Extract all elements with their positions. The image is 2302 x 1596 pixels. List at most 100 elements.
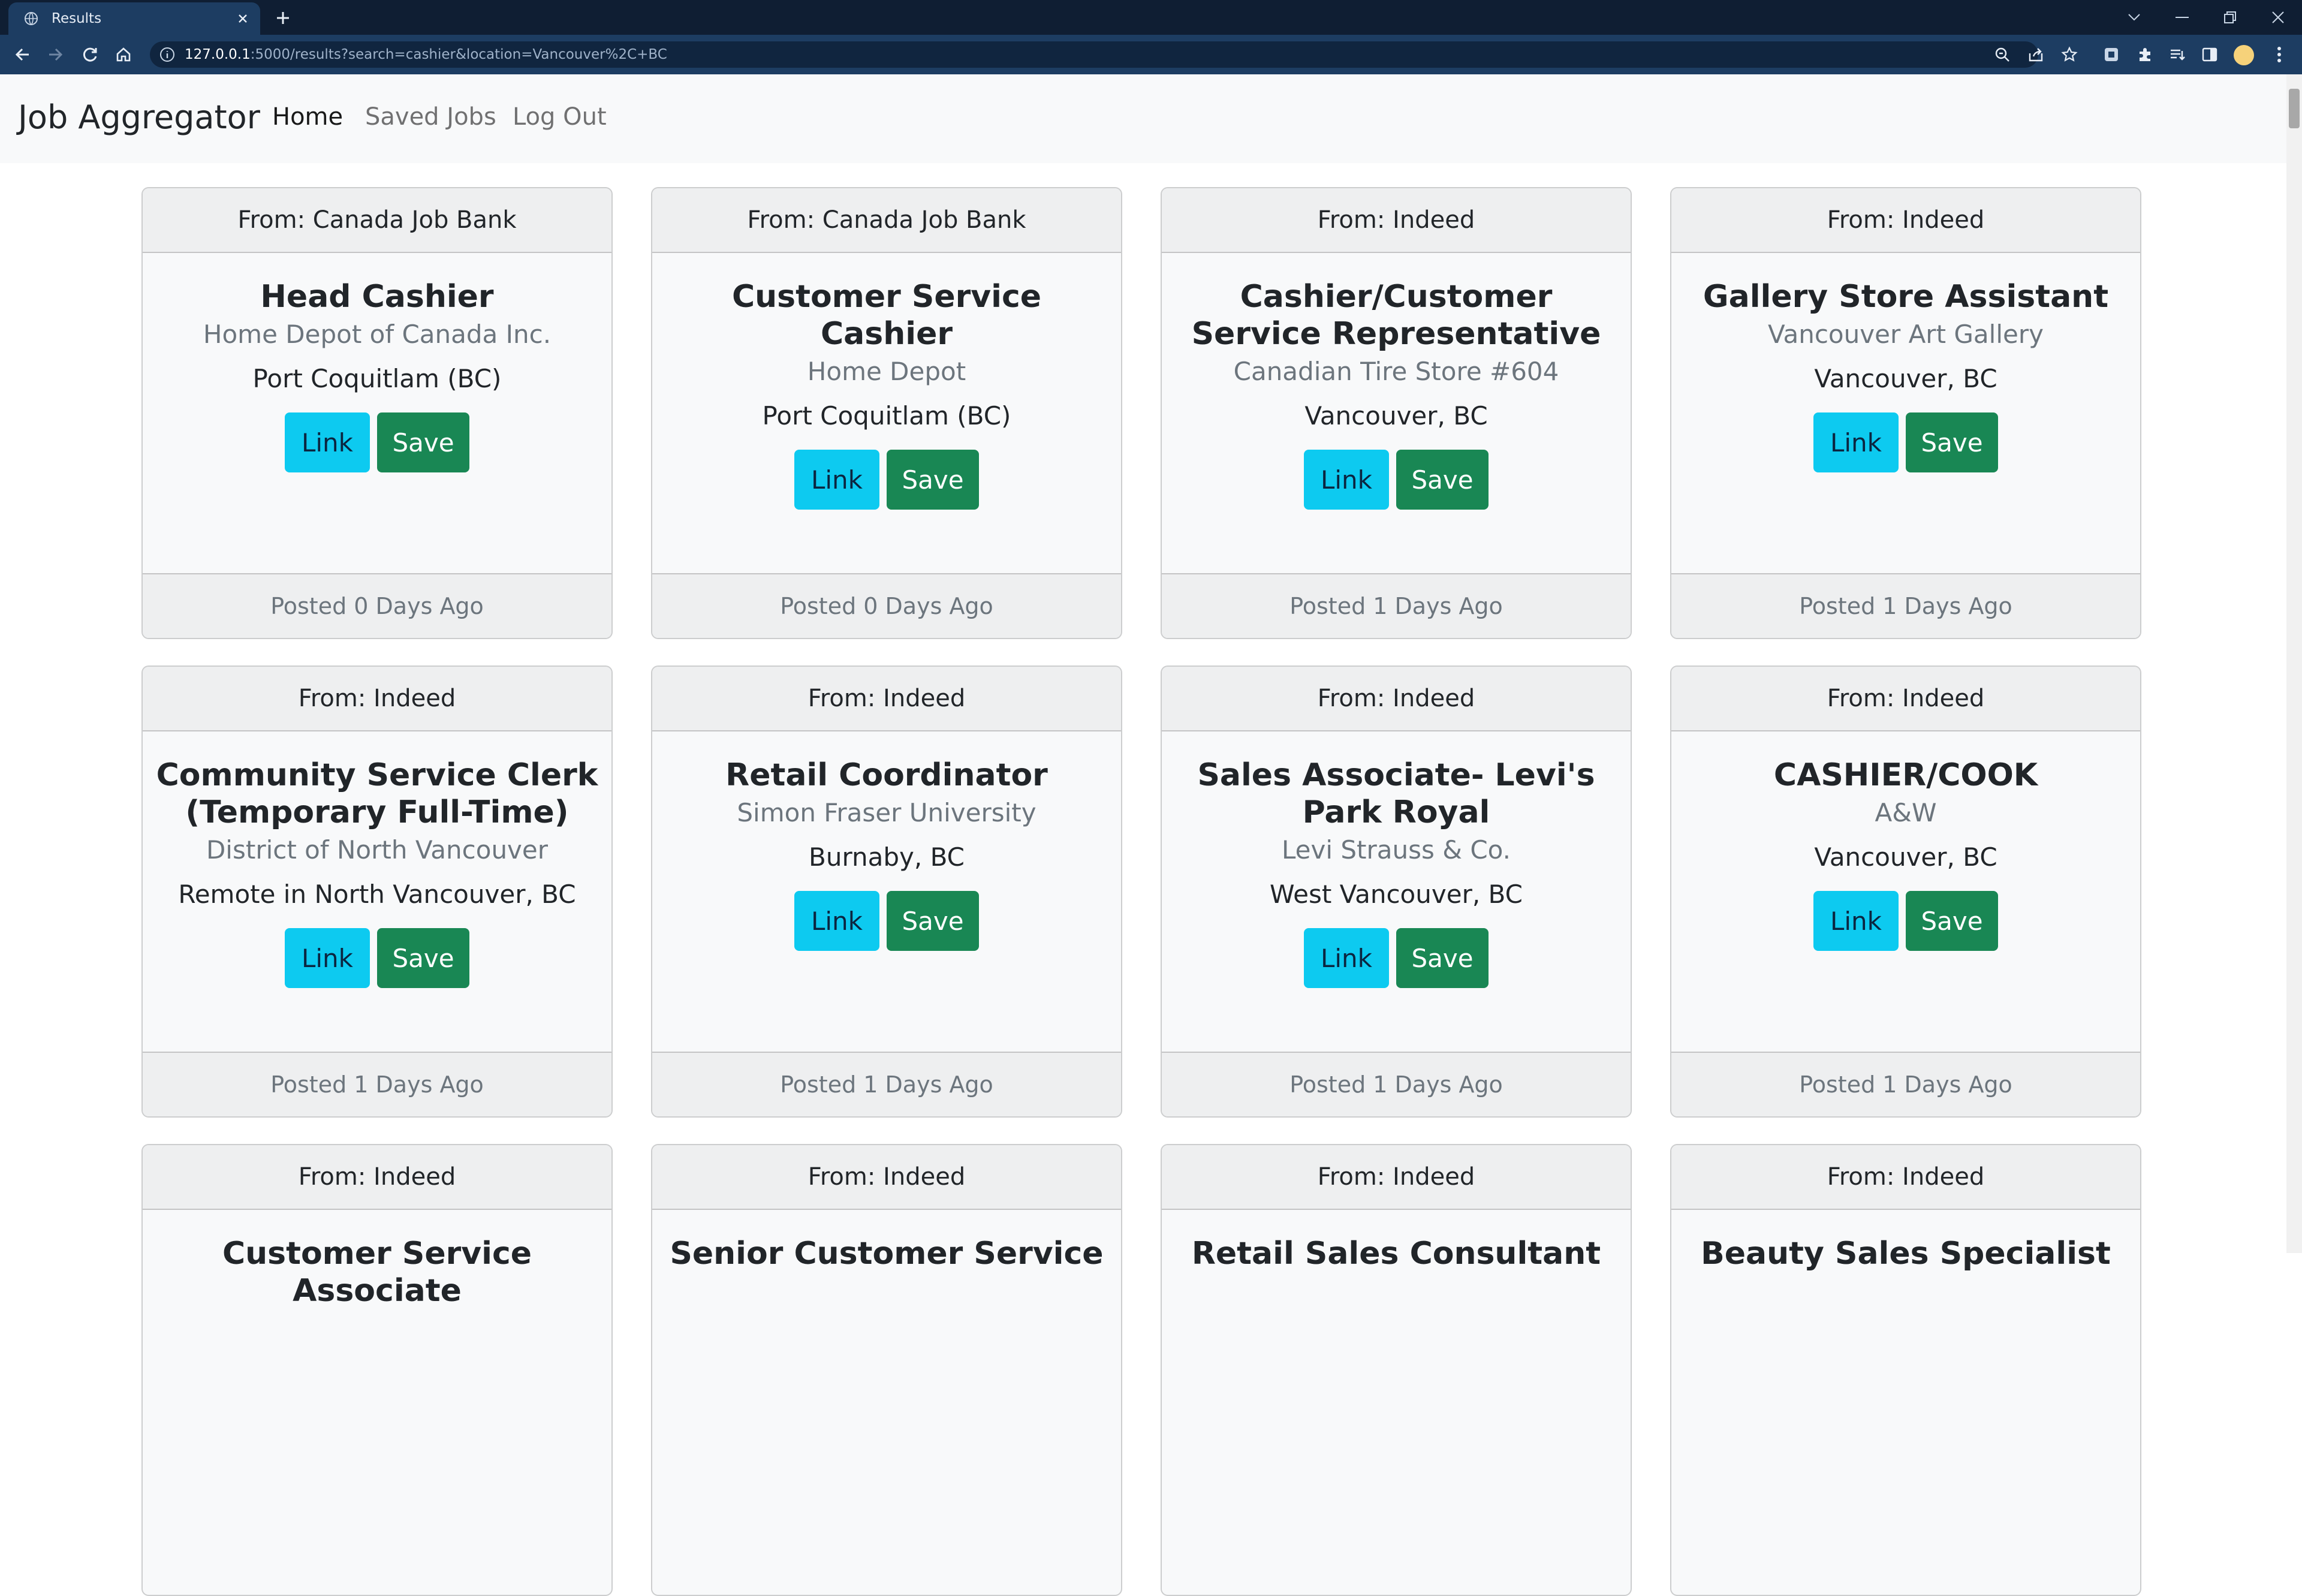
site-brand[interactable]: Job Aggregator (18, 98, 260, 136)
job-location: Port Coquitlam (BC) (252, 364, 502, 393)
job-card: From: Indeed Gallery Store Assistant Van… (1670, 187, 2141, 639)
forward-icon[interactable] (43, 43, 67, 67)
job-link-button[interactable]: Link (1304, 450, 1389, 510)
save-job-button[interactable]: Save (1906, 891, 1998, 951)
job-link-button[interactable]: Link (1813, 412, 1899, 472)
save-job-button[interactable]: Save (1396, 928, 1489, 988)
job-title: Cashier/Customer Service Representative (1191, 279, 1601, 352)
side-panel-icon[interactable] (2199, 44, 2220, 65)
job-card: From: Indeed Retail Sales Consultant (1161, 1144, 1632, 1596)
job-card: From: Canada Job Bank Customer Service C… (651, 187, 1122, 639)
zoom-icon[interactable] (1991, 44, 2013, 65)
job-location: Remote in North Vancouver, BC (178, 880, 576, 909)
close-tab-icon[interactable] (234, 10, 252, 28)
job-source: From: Indeed (652, 1145, 1121, 1210)
reading-list-icon[interactable] (2167, 44, 2188, 65)
job-source: From: Indeed (143, 1145, 611, 1210)
job-posted-date: Posted 0 Days Ago (652, 573, 1121, 638)
job-link-button[interactable]: Link (1813, 891, 1899, 951)
job-title: Customer Service Cashier (731, 279, 1042, 352)
minimize-icon[interactable] (2158, 0, 2206, 35)
scrollbar-thumb[interactable] (2289, 89, 2300, 128)
job-source: From: Indeed (1162, 188, 1631, 253)
url-path: :5000/results?search=cashier&location=Va… (250, 47, 667, 62)
job-source: From: Canada Job Bank (652, 188, 1121, 253)
close-window-icon[interactable] (2254, 0, 2302, 35)
job-location: Vancouver, BC (1814, 364, 1997, 393)
back-icon[interactable] (11, 43, 35, 67)
job-card: From: Canada Job Bank Head Cashier Home … (141, 187, 613, 639)
job-company: District of North Vancouver (206, 835, 549, 865)
tab-title: Results (52, 11, 102, 26)
tab-search-icon[interactable] (2110, 0, 2158, 35)
job-posted-date: Posted 1 Days Ago (143, 1052, 611, 1116)
job-link-button[interactable]: Link (1304, 928, 1389, 988)
home-icon[interactable] (112, 43, 135, 67)
extension-badge-icon[interactable] (2101, 44, 2122, 65)
job-title: Gallery Store Assistant (1703, 279, 2109, 315)
job-company: A&W (1875, 798, 1937, 827)
page-scrollbar[interactable] (2286, 74, 2302, 1253)
job-company: Canadian Tire Store #604 (1233, 357, 1559, 386)
nav-home[interactable]: Home (272, 103, 343, 131)
browser-tab[interactable]: Results (8, 2, 260, 35)
job-card: From: Indeed Sales Associate- Levi's Par… (1161, 665, 1632, 1118)
job-posted-date: Posted 1 Days Ago (1162, 1052, 1631, 1116)
new-tab-icon[interactable] (272, 7, 294, 29)
job-company: Home Depot of Canada Inc. (203, 320, 552, 349)
job-company: Simon Fraser University (737, 798, 1036, 827)
job-source: From: Indeed (652, 667, 1121, 731)
restore-icon[interactable] (2206, 0, 2254, 35)
job-location: West Vancouver, BC (1270, 880, 1523, 909)
job-source: From: Indeed (1671, 667, 2140, 731)
job-link-button[interactable]: Link (285, 412, 370, 472)
job-location: Vancouver, BC (1304, 401, 1488, 430)
save-job-button[interactable]: Save (1906, 412, 1998, 472)
extensions-puzzle-icon[interactable] (2134, 44, 2156, 65)
job-posted-date: Posted 1 Days Ago (1671, 573, 2140, 638)
save-job-button[interactable]: Save (887, 891, 979, 951)
job-title: Retail Coordinator (725, 757, 1048, 793)
reload-icon[interactable] (78, 43, 102, 67)
save-job-button[interactable]: Save (377, 928, 469, 988)
save-job-button[interactable]: Save (887, 450, 979, 510)
job-location: Burnaby, BC (809, 842, 965, 872)
page-viewport: Job Aggregator Home Saved Jobs Log Out F… (0, 74, 2286, 1596)
save-job-button[interactable]: Save (1396, 450, 1489, 510)
menu-dots-icon[interactable] (2268, 44, 2290, 65)
globe-icon (24, 11, 38, 26)
job-link-button[interactable]: Link (794, 450, 879, 510)
job-posted-date: Posted 1 Days Ago (652, 1052, 1121, 1116)
site-info-icon[interactable] (159, 47, 175, 62)
nav-log-out[interactable]: Log Out (513, 103, 607, 131)
job-card: From: Indeed Beauty Sales Specialist (1670, 1144, 2141, 1596)
profile-avatar-icon[interactable] (2234, 45, 2254, 65)
job-company: Levi Strauss & Co. (1282, 835, 1511, 865)
job-source: From: Indeed (1162, 667, 1631, 731)
job-title: Retail Sales Consultant (1191, 1236, 1601, 1272)
browser-toolbar: 127.0.0.1:5000/results?search=cashier&lo… (0, 35, 2302, 74)
job-location: Port Coquitlam (BC) (762, 401, 1011, 430)
job-card: From: Indeed Retail Coordinator Simon Fr… (651, 665, 1122, 1118)
job-posted-date: Posted 1 Days Ago (1162, 573, 1631, 638)
job-title: Senior Customer Service (670, 1236, 1104, 1272)
job-posted-date: Posted 1 Days Ago (1671, 1052, 2140, 1116)
job-link-button[interactable]: Link (794, 891, 879, 951)
bookmark-star-icon[interactable] (2059, 44, 2080, 65)
site-navbar: Job Aggregator Home Saved Jobs Log Out (0, 74, 2286, 163)
job-company: Vancouver Art Gallery (1768, 320, 2044, 349)
nav-saved-jobs[interactable]: Saved Jobs (365, 103, 496, 131)
browser-tab-strip: Results (0, 0, 2302, 35)
job-title: Head Cashier (260, 279, 494, 315)
job-link-button[interactable]: Link (285, 928, 370, 988)
job-location: Vancouver, BC (1814, 842, 1997, 872)
url-text: 127.0.0.1:5000/results?search=cashier&lo… (185, 47, 667, 62)
save-job-button[interactable]: Save (377, 412, 469, 472)
job-source: From: Indeed (143, 667, 611, 731)
job-source: From: Indeed (1671, 1145, 2140, 1210)
job-title: Beauty Sales Specialist (1701, 1236, 2111, 1272)
job-title: Customer Service Associate (222, 1236, 532, 1309)
job-title: CASHIER/COOK (1773, 757, 2038, 793)
address-bar[interactable]: 127.0.0.1:5000/results?search=cashier&lo… (150, 41, 2038, 68)
share-icon[interactable] (2025, 44, 2047, 65)
